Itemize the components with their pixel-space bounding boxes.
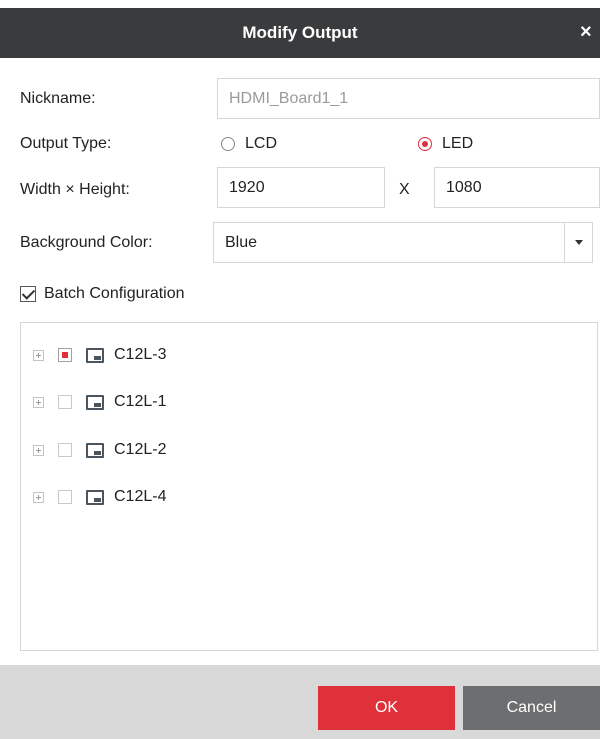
tree-item-c12l-3[interactable]: C12L-3 <box>33 345 166 365</box>
ok-button[interactable]: OK <box>318 686 455 730</box>
background-color-value: Blue <box>225 234 258 251</box>
display-device-icon <box>86 489 104 505</box>
output-type-label: Output Type: <box>20 135 112 152</box>
output-type-lcd-radio[interactable]: LCD <box>221 134 277 154</box>
tree-item-c12l-1[interactable]: C12L-1 <box>33 392 166 412</box>
expand-icon[interactable] <box>33 349 44 361</box>
display-device-icon <box>86 347 104 363</box>
tree-checkbox[interactable] <box>58 395 72 409</box>
tree-item-c12l-2[interactable]: C12L-2 <box>33 440 166 460</box>
output-type-led-radio[interactable]: LED <box>418 134 473 154</box>
expand-icon[interactable] <box>33 491 44 503</box>
batch-configuration-label: Batch Configuration <box>44 285 185 302</box>
tree-item-label: C12L-2 <box>114 441 167 458</box>
tree-checkbox-partial[interactable] <box>58 348 72 362</box>
tree-item-label: C12L-4 <box>114 488 167 505</box>
height-field[interactable]: 1080 <box>434 167 600 208</box>
display-device-icon <box>86 394 104 410</box>
cancel-button[interactable]: Cancel <box>463 686 600 730</box>
tree-checkbox[interactable] <box>58 490 72 504</box>
background-color-label: Background Color: <box>20 234 153 251</box>
radio-label-led: LED <box>442 135 474 152</box>
checkbox-checked-icon <box>20 286 36 302</box>
expand-icon[interactable] <box>33 396 44 408</box>
tree-checkbox[interactable] <box>58 443 72 457</box>
width-field[interactable]: 1920 <box>217 167 385 208</box>
dialog-title: Modify Output <box>242 23 358 42</box>
batch-configuration-checkbox[interactable]: Batch Configuration <box>20 284 185 304</box>
expand-icon[interactable] <box>33 444 44 456</box>
size-separator: X <box>399 181 410 198</box>
nickname-field[interactable]: HDMI_Board1_1 <box>217 78 600 119</box>
chevron-down-icon[interactable] <box>564 223 592 262</box>
tree-item-label: C12L-3 <box>114 346 167 363</box>
dialog-title-bar: Modify Output × <box>0 8 600 58</box>
close-icon[interactable]: × <box>580 8 600 58</box>
display-device-icon <box>86 442 104 458</box>
size-label: Width × Height: <box>20 181 130 198</box>
tree-item-label: C12L-1 <box>114 393 167 410</box>
radio-on-icon <box>418 137 432 151</box>
background-color-select[interactable]: Blue <box>213 222 593 263</box>
radio-label-lcd: LCD <box>245 135 278 152</box>
radio-off-icon <box>221 137 235 151</box>
device-tree[interactable]: C12L-3 C12L-1 C12L-2 C12L-4 <box>20 322 598 651</box>
tree-item-c12l-4[interactable]: C12L-4 <box>33 487 166 507</box>
nickname-label: Nickname: <box>20 90 96 107</box>
